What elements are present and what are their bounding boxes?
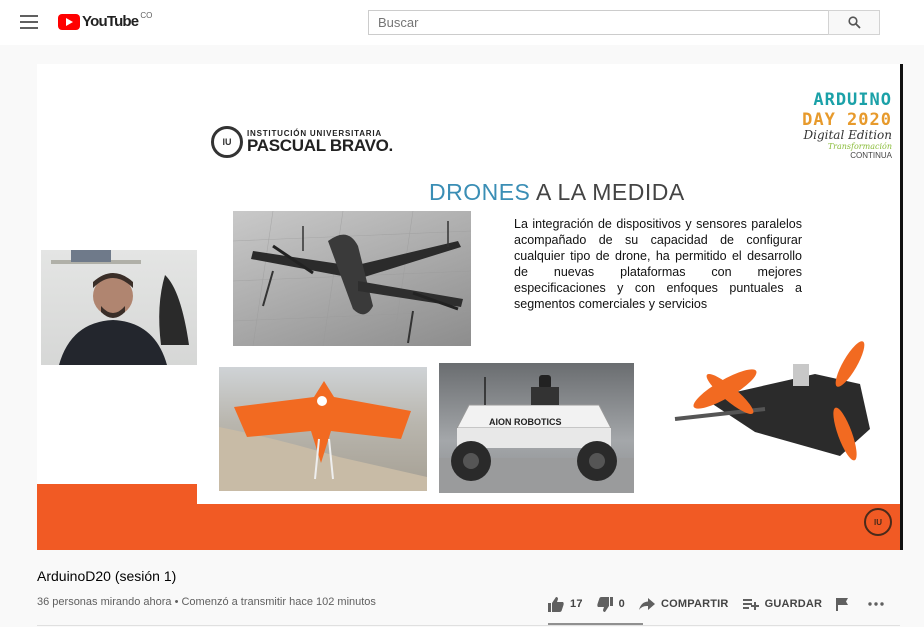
video-actions: 17 0 COMPARTIR GUARDAR <box>548 590 904 618</box>
thumbs-up-icon <box>548 596 564 612</box>
drone-photo-vtol <box>233 211 471 346</box>
share-button[interactable]: COMPARTIR <box>638 597 729 611</box>
slide-title: DRONES A LA MEDIDA <box>429 179 685 206</box>
event-logo-line1: ARDUINO <box>813 90 892 110</box>
like-button[interactable]: 17 <box>548 596 583 612</box>
more-actions-button[interactable] <box>868 602 890 606</box>
institution-name-line2: PASCUAL BRAVO. <box>247 135 393 155</box>
dislike-button[interactable]: 0 <box>596 596 625 612</box>
youtube-play-icon <box>58 13 80 30</box>
youtube-logo[interactable]: YouTube CO <box>58 11 153 30</box>
more-horizontal-icon <box>868 602 884 606</box>
video-player[interactable]: ARDUINO DAY 2020 Digital Edition Transfo… <box>37 64 900 550</box>
video-title: ArduinoD20 (sesión 1) <box>37 568 177 584</box>
search-input[interactable] <box>368 10 829 35</box>
masthead: YouTube CO <box>0 0 924 45</box>
institution-badge-icon: IU <box>864 508 892 536</box>
playlist-add-icon <box>742 598 759 610</box>
save-button[interactable]: GUARDAR <box>742 598 823 611</box>
video-meta: 36 personas mirando ahora • Comenzó a tr… <box>37 596 376 608</box>
report-button[interactable] <box>836 597 854 611</box>
thumbs-down-icon <box>596 596 613 612</box>
share-label: COMPARTIR <box>660 598 729 610</box>
share-icon <box>638 597 655 610</box>
slide-body-text: La integración de dispositivos y sensore… <box>514 217 802 311</box>
player-edge <box>900 64 903 550</box>
institution-seal-icon: IU <box>211 126 243 158</box>
presenter-webcam <box>41 250 197 365</box>
search-icon <box>847 16 861 29</box>
menu-icon[interactable] <box>20 15 38 29</box>
like-count: 17 <box>570 598 583 610</box>
slide-title-part2: A LA MEDIDA <box>530 179 685 205</box>
racing-drone-photo <box>635 334 900 494</box>
event-logo-line4: Transformación <box>827 142 892 151</box>
event-logo-line3: Digital Edition <box>803 128 893 142</box>
arduino-day-logo: ARDUINO DAY 2020 Digital Edition Transfo… <box>802 90 892 160</box>
dislike-count: 0 <box>618 598 625 610</box>
slide-title-part1: DRONES <box>429 179 531 205</box>
search-button[interactable] <box>828 10 880 35</box>
save-label: GUARDAR <box>764 598 823 610</box>
logo-text: YouTube <box>82 13 139 30</box>
drone-photo-wing <box>219 367 427 491</box>
logo-country: CO <box>140 11 153 20</box>
institution-logo: IU INSTITUCIÓN UNIVERSITARIA PASCUAL BRA… <box>211 126 393 158</box>
event-logo-line2: DAY 2020 <box>802 110 892 130</box>
robot-photo: AION ROBOTICS <box>439 363 634 493</box>
event-logo-line5: CONTINUA <box>850 151 892 160</box>
robot-label: AION ROBOTICS <box>489 417 562 427</box>
divider <box>37 625 900 626</box>
flag-icon <box>836 597 849 611</box>
